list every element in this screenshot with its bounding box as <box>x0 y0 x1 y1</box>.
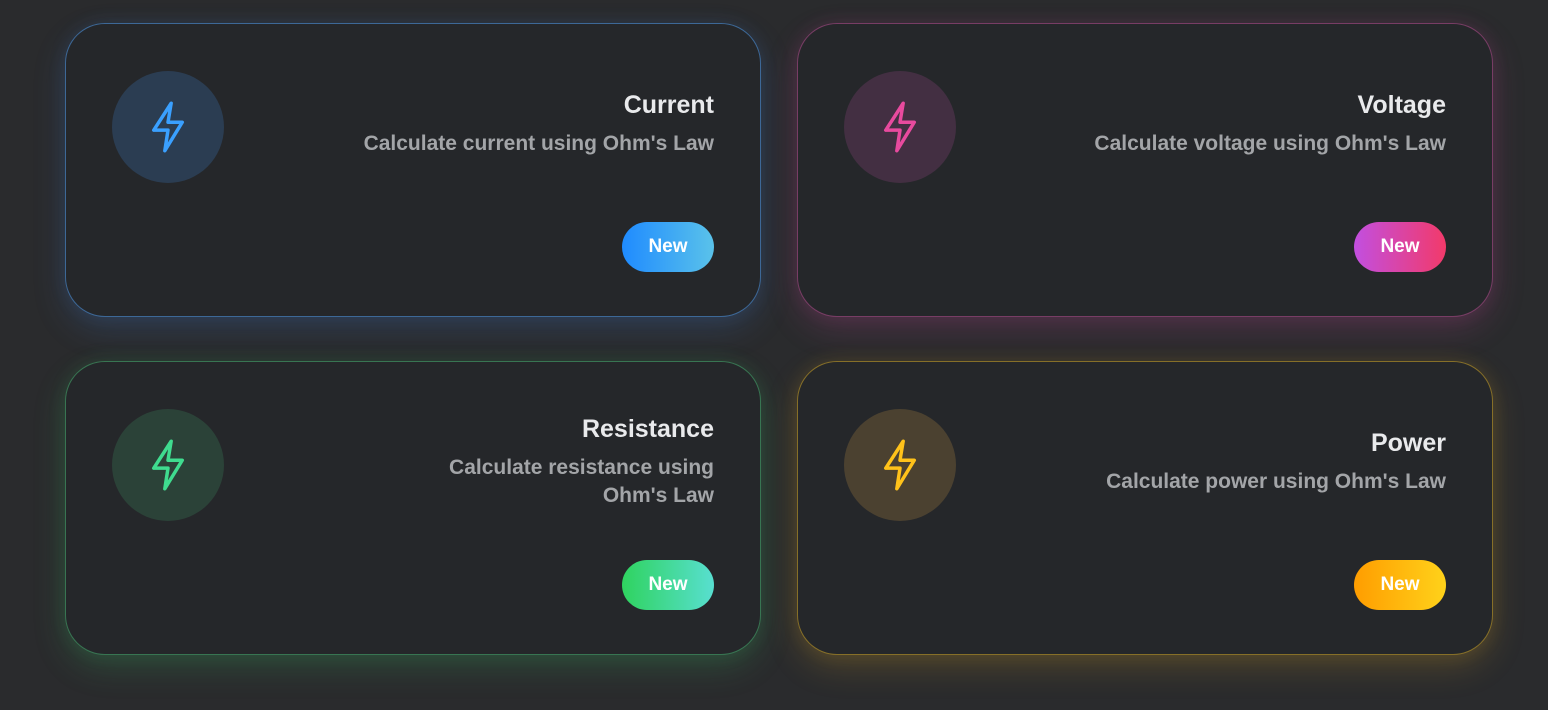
new-badge[interactable]: New <box>1354 560 1446 610</box>
card-title: Power <box>1370 429 1446 457</box>
new-badge[interactable]: New <box>1354 222 1446 272</box>
card-voltage[interactable]: Voltage Calculate voltage using Ohm's La… <box>797 23 1493 317</box>
card-text: Voltage Calculate voltage using Ohm's La… <box>1026 90 1446 158</box>
icon-circle <box>844 71 956 183</box>
lightning-bolt-icon <box>884 439 916 491</box>
card-title: Current <box>623 91 714 119</box>
card-description: Calculate resistance using Ohm's Law <box>449 456 714 507</box>
icon-circle <box>844 409 956 521</box>
card-resistance[interactable]: Resistance Calculate resistance using Oh… <box>65 361 761 655</box>
card-description: Calculate voltage using Ohm's Law <box>1094 132 1446 155</box>
card-current[interactable]: Current Calculate current using Ohm's La… <box>65 23 761 317</box>
lightning-bolt-icon <box>152 439 184 491</box>
card-text: Resistance Calculate resistance using Oh… <box>384 414 714 510</box>
card-title: Voltage <box>1357 91 1446 119</box>
icon-circle <box>112 409 224 521</box>
icon-circle <box>112 71 224 183</box>
card-text: Current Calculate current using Ohm's La… <box>294 90 714 158</box>
card-title: Resistance <box>581 415 714 443</box>
new-badge[interactable]: New <box>622 560 714 610</box>
new-badge[interactable]: New <box>622 222 714 272</box>
lightning-bolt-icon <box>884 101 916 153</box>
card-description: Calculate power using Ohm's Law <box>1106 470 1446 493</box>
card-power[interactable]: Power Calculate power using Ohm's Law Ne… <box>797 361 1493 655</box>
calculator-card-grid: Current Calculate current using Ohm's La… <box>0 0 1548 710</box>
card-text: Power Calculate power using Ohm's Law <box>1026 428 1446 496</box>
lightning-bolt-icon <box>152 101 184 153</box>
card-description: Calculate current using Ohm's Law <box>363 132 714 155</box>
